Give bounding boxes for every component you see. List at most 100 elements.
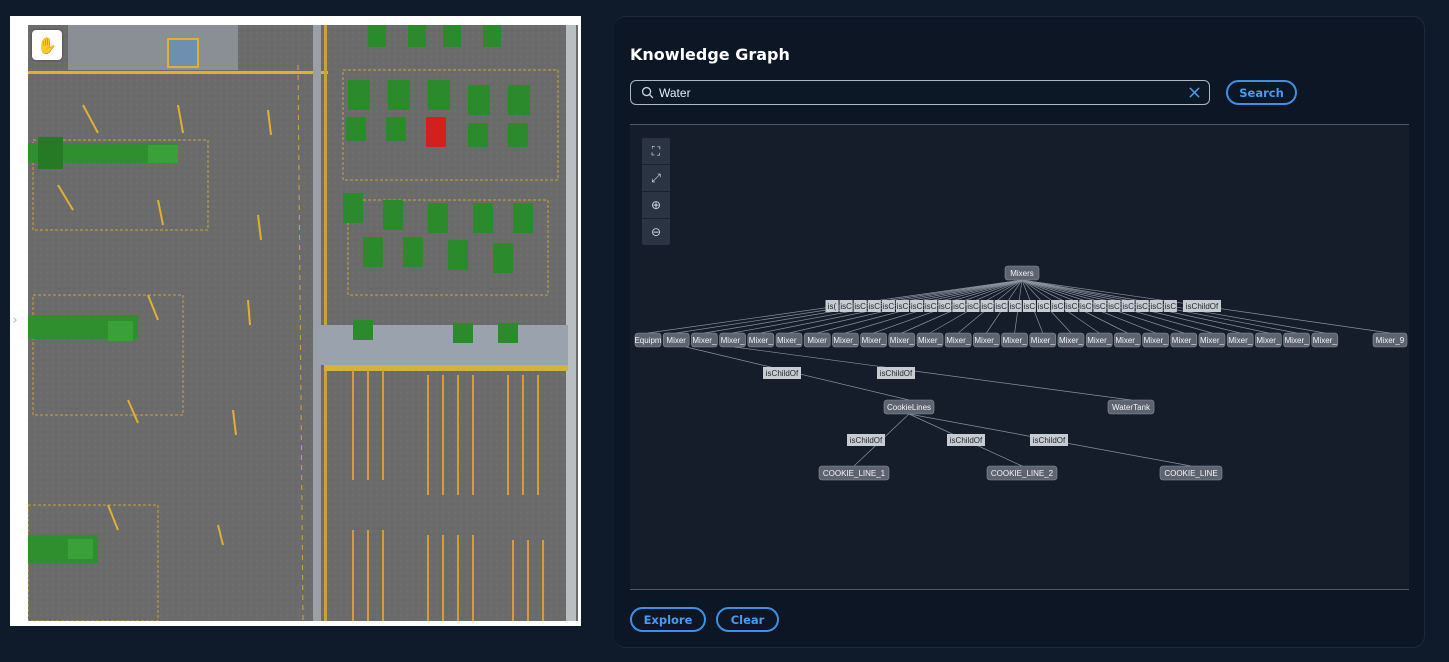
svg-text:isChildOf: isChildOf — [850, 436, 883, 445]
svg-text:is(: is( — [828, 302, 837, 311]
svg-text:Mixer_: Mixer_ — [946, 336, 971, 345]
svg-text:Mixer_: Mixer_ — [749, 336, 774, 345]
svg-text:Mixer_: Mixer_ — [1228, 336, 1253, 345]
edge-label: isC — [1037, 300, 1050, 312]
graph-node[interactable]: Mixer_ — [944, 332, 972, 348]
graph-node[interactable]: Mixer_ — [1085, 332, 1113, 348]
graph-node[interactable]: Mixer — [662, 332, 690, 348]
panel-title: Knowledge Graph — [630, 45, 790, 64]
search-button[interactable]: Search — [1226, 80, 1297, 105]
svg-text:isC: isC — [1122, 302, 1134, 311]
graph-node[interactable]: Mixer_ — [1001, 332, 1028, 348]
graph-node[interactable]: Mixer_ — [1283, 332, 1310, 348]
graph-node[interactable]: Mixer — [803, 332, 831, 348]
graph-node-cookie-line[interactable]: COOKIE_LINE_1 — [818, 465, 890, 481]
graph-node[interactable]: Mixer_ — [1057, 332, 1085, 348]
edge-label: isC — [896, 300, 909, 312]
fit-view-icon[interactable]: ⛶ — [642, 138, 670, 165]
graph-node[interactable]: Mixer_9 — [1372, 332, 1408, 348]
edge-label: isChildOf — [763, 367, 801, 379]
graph-canvas[interactable]: is(isC isC isC isC isC isC isC isC isC isC isC isC i… — [630, 125, 1409, 589]
svg-text:isC: isC — [1108, 302, 1120, 311]
svg-text:isChildOf: isChildOf — [880, 369, 913, 378]
graph-node-cookielines[interactable]: CookieLines — [883, 399, 935, 415]
graph-node[interactable]: Mixer_ — [1170, 332, 1198, 348]
zoom-in-icon[interactable]: ⊕ — [642, 192, 670, 219]
zoom-out-icon[interactable]: ⊖ — [642, 219, 670, 245]
graph-node[interactable]: Mixer_ — [832, 332, 859, 348]
svg-text:isC: isC — [883, 302, 895, 311]
svg-text:isChildOf: isChildOf — [1033, 436, 1066, 445]
search-input[interactable] — [659, 83, 1179, 102]
graph-node[interactable]: Mixer_ — [775, 332, 803, 348]
graph-node[interactable]: Mixer_ — [1029, 332, 1057, 348]
graph-svg[interactable]: is(isC isC isC isC isC isC isC isC isC isC isC isC i… — [630, 125, 1409, 589]
graph-toolbar: ⛶ ⤢ ⊕ ⊖ — [642, 138, 670, 245]
svg-text:Mixer_: Mixer_ — [1144, 336, 1169, 345]
graph-node-cookie-line[interactable]: COOKIE_LINE — [1159, 465, 1223, 481]
hand-icon[interactable]: ✋ — [32, 30, 62, 60]
svg-text:Mixer_: Mixer_ — [890, 336, 915, 345]
graph-node[interactable]: Mixer_ — [1311, 332, 1339, 348]
graph-node[interactable]: Mixer_ — [1255, 332, 1282, 348]
graph-node[interactable]: Equipm — [634, 332, 662, 348]
svg-text:isC: isC — [967, 302, 979, 311]
edge-label: isChildOf — [1030, 434, 1068, 446]
edge-label: isC — [938, 300, 952, 312]
graph-node[interactable]: Mixer_ — [1114, 332, 1141, 348]
graph-node[interactable]: Mixer_ — [1226, 332, 1254, 348]
edge-label: isC — [1121, 300, 1135, 312]
svg-text:isC: isC — [1136, 302, 1148, 311]
factory-scene[interactable] — [28, 25, 578, 621]
graph-node[interactable]: Mixer_ — [1142, 332, 1169, 348]
svg-text:Mixer_: Mixer_ — [1200, 336, 1225, 345]
svg-text:isC: isC — [897, 302, 909, 311]
edge-label: isC — [1079, 300, 1093, 312]
svg-text:Mixer_: Mixer_ — [833, 336, 858, 345]
edge-label: is( — [825, 300, 839, 312]
graph-node[interactable]: Mixer_ — [691, 332, 718, 348]
svg-text:Mixer_: Mixer_ — [1313, 336, 1338, 345]
edge-label: isC — [910, 300, 924, 312]
graph-node-watertank[interactable]: WaterTank — [1107, 399, 1155, 415]
svg-text:isC: isC — [854, 302, 866, 311]
svg-text:isC: isC — [911, 302, 923, 311]
graph-node[interactable]: Mixer_ — [860, 332, 887, 348]
search-icon — [641, 86, 654, 99]
edge-label: isC — [924, 300, 938, 312]
svg-text:isC: isC — [869, 302, 881, 311]
graph-node[interactable]: Mixer_ — [916, 332, 944, 348]
svg-text:isC: isC — [1151, 302, 1163, 311]
svg-text:Mixer_: Mixer_ — [1059, 336, 1084, 345]
svg-text:isC: isC — [1094, 302, 1106, 311]
svg-text:Mixer: Mixer — [666, 336, 686, 345]
edge-label: isC — [1163, 300, 1177, 312]
explore-button[interactable]: Explore — [630, 607, 706, 632]
edge-label: isC — [952, 300, 966, 312]
edge-label: isChildOf — [847, 434, 885, 446]
graph-node[interactable]: Mixer_ — [747, 332, 775, 348]
close-icon[interactable] — [1188, 86, 1201, 99]
graph-node[interactable]: Mixer_ — [888, 332, 916, 348]
graph-node-root[interactable]: Mixers — [1004, 265, 1040, 281]
edge-label: isC — [1051, 300, 1065, 312]
svg-text:isChildOf: isChildOf — [950, 436, 983, 445]
svg-text:isC: isC — [1052, 302, 1064, 311]
clear-button[interactable]: Clear — [716, 607, 779, 632]
edge-label: isChildOf — [947, 434, 985, 446]
edge-label: isC — [1149, 300, 1163, 312]
graph-node-cookie-line[interactable]: COOKIE_LINE_2 — [986, 465, 1058, 481]
svg-text:Mixer: Mixer — [807, 336, 827, 345]
factory-3d-viewport[interactable]: ✋ — [10, 16, 581, 626]
fullscreen-icon[interactable]: ⤢ — [642, 165, 670, 192]
edge-label: isC — [867, 300, 881, 312]
edge-label: isC — [1008, 300, 1022, 312]
svg-text:isC: isC — [1080, 302, 1092, 311]
chevron-right-icon[interactable]: › — [10, 312, 20, 330]
graph-node[interactable]: Mixer_ — [973, 332, 1000, 348]
graph-node[interactable]: Mixer_ — [1198, 332, 1226, 348]
search-box[interactable] — [630, 80, 1210, 105]
edge-label: isC — [994, 300, 1008, 312]
svg-text:CookieLines: CookieLines — [887, 403, 931, 412]
graph-node[interactable]: Mixer_ — [719, 332, 746, 348]
